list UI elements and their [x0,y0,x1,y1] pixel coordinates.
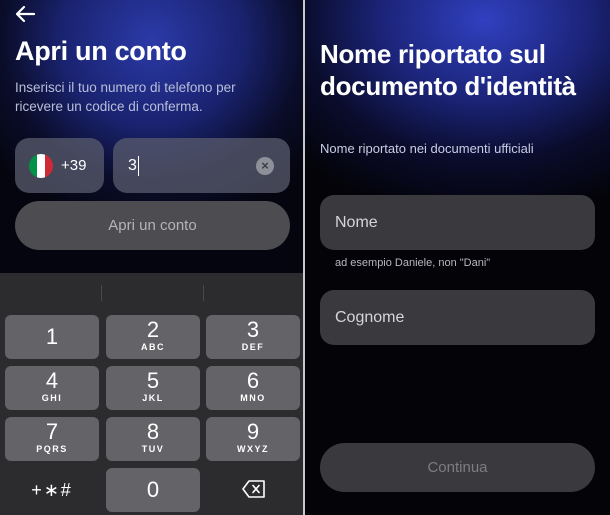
page-subtitle: Inserisci il tuo numero di telefono per … [15,80,236,114]
key-letters: GHI [41,393,63,403]
text-caret [137,155,140,176]
key-6[interactable]: 6 MNO [206,366,300,410]
key-1[interactable]: 1 [5,315,99,359]
key-digit: 1 [45,324,59,349]
key-digit: 3 [246,317,260,342]
keyboard-suggestion-bar [0,273,305,311]
key-digit: 4 [45,368,59,393]
italy-flag-icon [29,153,53,178]
key-letters: WXYZ [237,444,269,454]
key-8[interactable]: 8 TUV [106,417,200,461]
key-backspace[interactable] [206,468,300,512]
continue-button[interactable]: Continua [320,443,595,492]
first-name-hint: ad esempio Daniele, non "Dani" [335,257,491,269]
key-letters: ABC [141,342,165,352]
first-name-field[interactable]: Nome [320,195,595,250]
key-digit: 2 [146,317,160,342]
key-letters: MNO [240,393,266,403]
key-digit: 6 [246,368,260,393]
key-7[interactable]: 7 PQRS [5,417,99,461]
key-letters: DEF [241,342,265,352]
key-letters: TUV [141,444,165,454]
page-title: Nome riportato sul documento d'identità [320,39,576,101]
key-2[interactable]: 2 ABC [106,315,200,359]
key-9[interactable]: 9 WXYZ [206,417,300,461]
open-account-button[interactable]: Apri un conto [15,201,290,250]
phone-number-value: 3 [128,156,137,174]
key-digit: 0 [146,477,160,502]
key-digit: 5 [146,368,160,393]
identity-name-screen: Nome riportato sul documento d'identità … [305,0,610,515]
suggestion-divider [101,285,102,301]
phone-signup-screen: Apri un conto Inserisci il tuo numero di… [0,0,305,515]
key-3[interactable]: 3 DEF [206,315,300,359]
key-digit: 9 [246,419,260,444]
last-name-field[interactable]: Cognome [320,290,595,345]
clear-input-icon[interactable]: × [256,157,274,175]
key-letters: JKL [142,393,164,403]
key-5[interactable]: 5 JKL [106,366,200,410]
backspace-icon [242,480,265,498]
key-symbols[interactable]: +∗# [5,468,99,512]
numeric-keyboard: 1 2 ABC 3 DEF 4 GHI 5 JKL 6 MNO 7 PQRS 8 TUV 9W… [0,273,305,515]
key-digit: 7 [45,419,59,444]
country-prefix: +39 [61,157,87,174]
symbols-label: +∗# [31,480,73,500]
back-arrow-icon[interactable] [14,4,36,24]
country-code-selector[interactable]: +39 [15,138,104,193]
suggestion-divider [203,285,204,301]
page-subtitle: Nome riportato nei documenti ufficiali [320,141,534,156]
key-0[interactable]: 0 [106,468,200,512]
key-4[interactable]: 4 GHI [5,366,99,410]
key-letters: PQRS [36,444,68,454]
phone-number-input[interactable]: 3 × [113,138,290,193]
page-title: Apri un conto [15,36,187,66]
key-digit: 8 [146,419,160,444]
